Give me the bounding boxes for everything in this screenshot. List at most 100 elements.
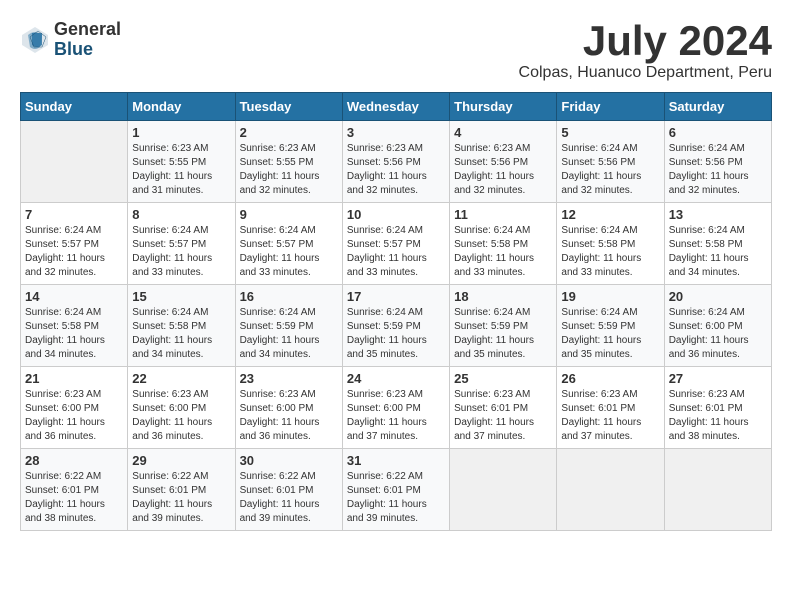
day-info: Sunrise: 6:24 AMSunset: 5:57 PMDaylight:…	[25, 224, 123, 280]
calendar-cell: 14 Sunrise: 6:24 AMSunset: 5:58 PMDaylig…	[21, 285, 128, 367]
day-info: Sunrise: 6:23 AMSunset: 6:00 PMDaylight:…	[132, 388, 230, 444]
calendar-cell: 19 Sunrise: 6:24 AMSunset: 5:59 PMDaylig…	[557, 285, 664, 367]
day-info: Sunrise: 6:22 AMSunset: 6:01 PMDaylight:…	[25, 470, 123, 526]
day-info: Sunrise: 6:24 AMSunset: 5:56 PMDaylight:…	[561, 142, 659, 198]
day-info: Sunrise: 6:23 AMSunset: 6:01 PMDaylight:…	[669, 388, 767, 444]
header-wednesday: Wednesday	[342, 93, 449, 121]
day-number: 3	[347, 125, 445, 140]
location: Colpas, Huanuco Department, Peru	[519, 64, 772, 82]
day-number: 15	[132, 289, 230, 304]
day-number: 26	[561, 371, 659, 386]
day-info: Sunrise: 6:23 AMSunset: 5:56 PMDaylight:…	[347, 142, 445, 198]
day-info: Sunrise: 6:24 AMSunset: 5:59 PMDaylight:…	[561, 306, 659, 362]
day-info: Sunrise: 6:24 AMSunset: 5:56 PMDaylight:…	[669, 142, 767, 198]
day-info: Sunrise: 6:24 AMSunset: 5:59 PMDaylight:…	[347, 306, 445, 362]
calendar-cell: 7 Sunrise: 6:24 AMSunset: 5:57 PMDayligh…	[21, 203, 128, 285]
calendar-cell	[450, 449, 557, 531]
calendar-cell: 31 Sunrise: 6:22 AMSunset: 6:01 PMDaylig…	[342, 449, 449, 531]
calendar-cell: 18 Sunrise: 6:24 AMSunset: 5:59 PMDaylig…	[450, 285, 557, 367]
calendar-week-row: 28 Sunrise: 6:22 AMSunset: 6:01 PMDaylig…	[21, 449, 772, 531]
day-number: 14	[25, 289, 123, 304]
day-info: Sunrise: 6:23 AMSunset: 5:56 PMDaylight:…	[454, 142, 552, 198]
day-info: Sunrise: 6:23 AMSunset: 5:55 PMDaylight:…	[240, 142, 338, 198]
month-title: July 2024	[519, 20, 772, 62]
calendar-cell: 8 Sunrise: 6:24 AMSunset: 5:57 PMDayligh…	[128, 203, 235, 285]
logo: General Blue	[20, 20, 121, 60]
day-number: 19	[561, 289, 659, 304]
day-info: Sunrise: 6:23 AMSunset: 6:00 PMDaylight:…	[240, 388, 338, 444]
day-number: 18	[454, 289, 552, 304]
day-number: 31	[347, 453, 445, 468]
calendar-table: SundayMondayTuesdayWednesdayThursdayFrid…	[20, 92, 772, 531]
day-number: 24	[347, 371, 445, 386]
day-number: 6	[669, 125, 767, 140]
title-block: July 2024 Colpas, Huanuco Department, Pe…	[519, 20, 772, 82]
logo-blue-text: Blue	[54, 40, 121, 60]
day-info: Sunrise: 6:24 AMSunset: 5:58 PMDaylight:…	[454, 224, 552, 280]
calendar-cell: 17 Sunrise: 6:24 AMSunset: 5:59 PMDaylig…	[342, 285, 449, 367]
day-info: Sunrise: 6:23 AMSunset: 5:55 PMDaylight:…	[132, 142, 230, 198]
page-header: General Blue July 2024 Colpas, Huanuco D…	[20, 20, 772, 82]
calendar-cell: 10 Sunrise: 6:24 AMSunset: 5:57 PMDaylig…	[342, 203, 449, 285]
calendar-cell: 11 Sunrise: 6:24 AMSunset: 5:58 PMDaylig…	[450, 203, 557, 285]
header-friday: Friday	[557, 93, 664, 121]
day-number: 25	[454, 371, 552, 386]
day-info: Sunrise: 6:22 AMSunset: 6:01 PMDaylight:…	[132, 470, 230, 526]
day-number: 17	[347, 289, 445, 304]
day-number: 9	[240, 207, 338, 222]
day-number: 27	[669, 371, 767, 386]
day-number: 10	[347, 207, 445, 222]
day-info: Sunrise: 6:22 AMSunset: 6:01 PMDaylight:…	[240, 470, 338, 526]
day-info: Sunrise: 6:24 AMSunset: 5:57 PMDaylight:…	[240, 224, 338, 280]
day-number: 2	[240, 125, 338, 140]
day-info: Sunrise: 6:24 AMSunset: 5:57 PMDaylight:…	[132, 224, 230, 280]
day-info: Sunrise: 6:24 AMSunset: 5:58 PMDaylight:…	[561, 224, 659, 280]
header-thursday: Thursday	[450, 93, 557, 121]
day-info: Sunrise: 6:24 AMSunset: 5:58 PMDaylight:…	[669, 224, 767, 280]
day-info: Sunrise: 6:24 AMSunset: 5:59 PMDaylight:…	[454, 306, 552, 362]
day-number: 8	[132, 207, 230, 222]
calendar-cell: 23 Sunrise: 6:23 AMSunset: 6:00 PMDaylig…	[235, 367, 342, 449]
calendar-cell: 9 Sunrise: 6:24 AMSunset: 5:57 PMDayligh…	[235, 203, 342, 285]
calendar-cell: 25 Sunrise: 6:23 AMSunset: 6:01 PMDaylig…	[450, 367, 557, 449]
day-number: 7	[25, 207, 123, 222]
calendar-cell: 27 Sunrise: 6:23 AMSunset: 6:01 PMDaylig…	[664, 367, 771, 449]
header-saturday: Saturday	[664, 93, 771, 121]
calendar-week-row: 21 Sunrise: 6:23 AMSunset: 6:00 PMDaylig…	[21, 367, 772, 449]
calendar-header-row: SundayMondayTuesdayWednesdayThursdayFrid…	[21, 93, 772, 121]
calendar-cell: 15 Sunrise: 6:24 AMSunset: 5:58 PMDaylig…	[128, 285, 235, 367]
day-info: Sunrise: 6:24 AMSunset: 5:59 PMDaylight:…	[240, 306, 338, 362]
calendar-cell: 20 Sunrise: 6:24 AMSunset: 6:00 PMDaylig…	[664, 285, 771, 367]
calendar-cell: 30 Sunrise: 6:22 AMSunset: 6:01 PMDaylig…	[235, 449, 342, 531]
day-number: 23	[240, 371, 338, 386]
calendar-cell: 4 Sunrise: 6:23 AMSunset: 5:56 PMDayligh…	[450, 121, 557, 203]
day-info: Sunrise: 6:22 AMSunset: 6:01 PMDaylight:…	[347, 470, 445, 526]
day-number: 22	[132, 371, 230, 386]
day-info: Sunrise: 6:24 AMSunset: 5:57 PMDaylight:…	[347, 224, 445, 280]
day-info: Sunrise: 6:24 AMSunset: 6:00 PMDaylight:…	[669, 306, 767, 362]
header-tuesday: Tuesday	[235, 93, 342, 121]
header-monday: Monday	[128, 93, 235, 121]
calendar-cell: 12 Sunrise: 6:24 AMSunset: 5:58 PMDaylig…	[557, 203, 664, 285]
calendar-cell: 26 Sunrise: 6:23 AMSunset: 6:01 PMDaylig…	[557, 367, 664, 449]
day-number: 16	[240, 289, 338, 304]
day-info: Sunrise: 6:23 AMSunset: 6:00 PMDaylight:…	[25, 388, 123, 444]
day-info: Sunrise: 6:24 AMSunset: 5:58 PMDaylight:…	[132, 306, 230, 362]
calendar-cell: 28 Sunrise: 6:22 AMSunset: 6:01 PMDaylig…	[21, 449, 128, 531]
calendar-cell	[664, 449, 771, 531]
day-info: Sunrise: 6:23 AMSunset: 6:00 PMDaylight:…	[347, 388, 445, 444]
logo-general-text: General	[54, 20, 121, 40]
calendar-cell: 24 Sunrise: 6:23 AMSunset: 6:00 PMDaylig…	[342, 367, 449, 449]
day-number: 29	[132, 453, 230, 468]
day-info: Sunrise: 6:23 AMSunset: 6:01 PMDaylight:…	[561, 388, 659, 444]
calendar-cell	[557, 449, 664, 531]
day-number: 12	[561, 207, 659, 222]
calendar-cell: 5 Sunrise: 6:24 AMSunset: 5:56 PMDayligh…	[557, 121, 664, 203]
day-number: 28	[25, 453, 123, 468]
day-number: 30	[240, 453, 338, 468]
logo-text: General Blue	[54, 20, 121, 60]
calendar-week-row: 14 Sunrise: 6:24 AMSunset: 5:58 PMDaylig…	[21, 285, 772, 367]
calendar-cell: 2 Sunrise: 6:23 AMSunset: 5:55 PMDayligh…	[235, 121, 342, 203]
calendar-cell	[21, 121, 128, 203]
calendar-cell: 21 Sunrise: 6:23 AMSunset: 6:00 PMDaylig…	[21, 367, 128, 449]
